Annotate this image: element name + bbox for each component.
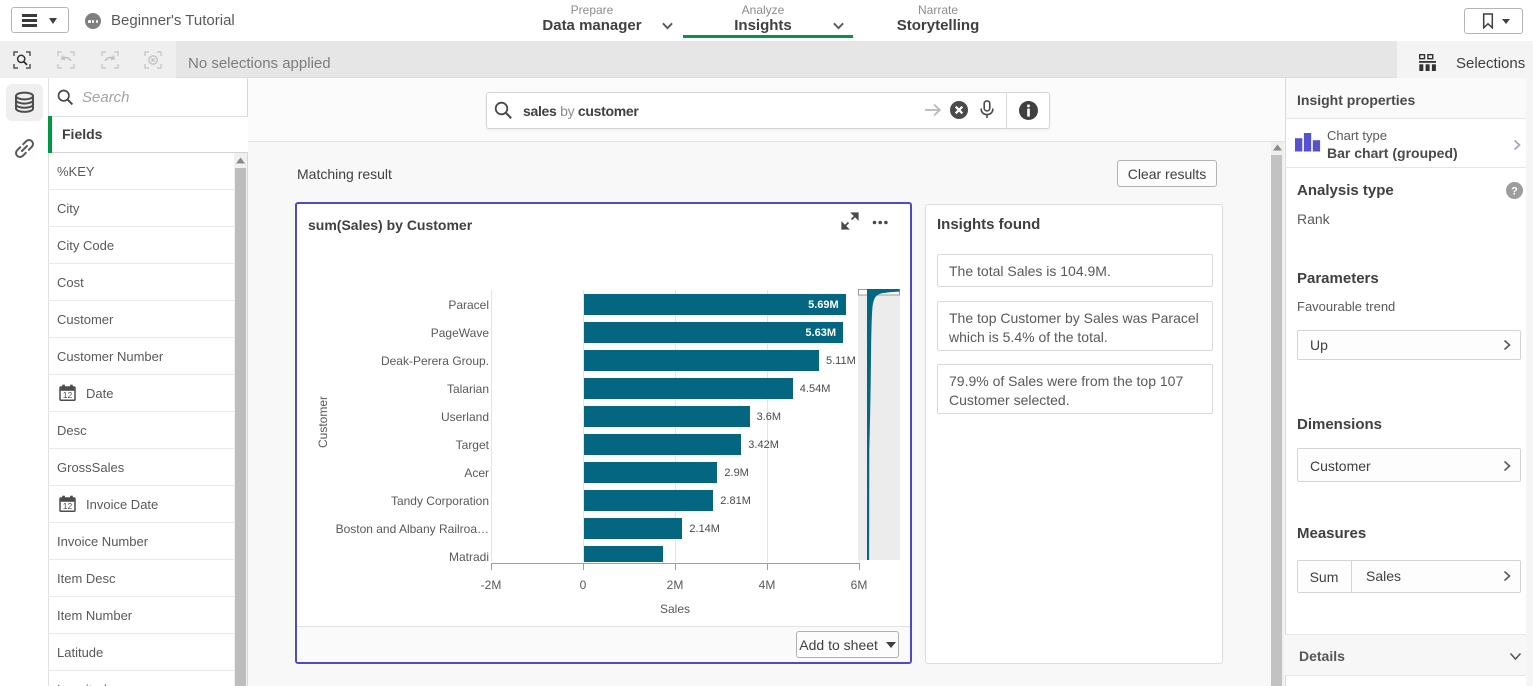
svg-text:12: 12 [63,390,73,400]
svg-text:?: ? [1511,186,1518,198]
svg-text:12: 12 [63,501,73,511]
